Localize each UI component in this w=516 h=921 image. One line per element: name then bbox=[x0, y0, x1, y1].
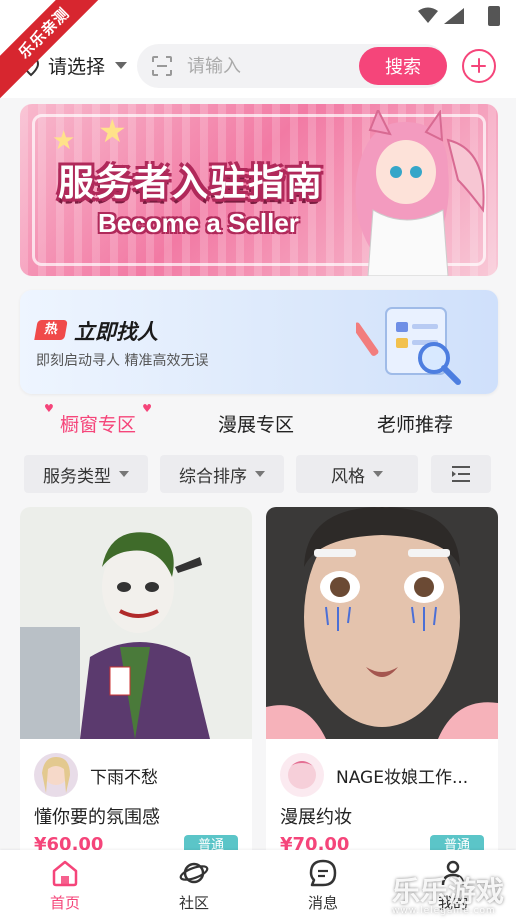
filter-style[interactable]: 风格 bbox=[296, 455, 418, 493]
seller-name: 下雨不愁 bbox=[90, 767, 158, 788]
tab-showcase[interactable]: ♥ 橱窗专区 ♥ bbox=[44, 402, 152, 437]
top-header: 请选择 搜索 bbox=[0, 34, 516, 98]
add-icon[interactable] bbox=[462, 49, 496, 83]
home-icon bbox=[52, 860, 78, 887]
tab-comic-con[interactable]: 漫展专区 bbox=[218, 410, 294, 437]
star-icon: ★ bbox=[52, 126, 76, 156]
nav-label: 我的 bbox=[437, 894, 468, 912]
nav-label: 消息 bbox=[307, 894, 338, 912]
category-tabs: ♥ 橱窗专区 ♥ 漫展专区 老师推荐 bbox=[0, 398, 516, 448]
service-photo bbox=[20, 507, 252, 739]
filter-label: 风格 bbox=[331, 466, 365, 487]
filter-sort[interactable]: 综合排序 bbox=[160, 455, 284, 493]
filter-bar: 服务类型 综合排序 风格 bbox=[0, 455, 516, 493]
nav-messages[interactable]: 消息 bbox=[288, 858, 358, 913]
filter-label: 综合排序 bbox=[179, 466, 247, 487]
tab-label: 老师推荐 bbox=[377, 414, 454, 436]
service-card[interactable]: NAGE妆娘工作... 漫展约妆 ¥70.00 普通 bbox=[266, 507, 498, 867]
search-document-illustration bbox=[356, 307, 461, 385]
seller-info[interactable]: 下雨不愁 bbox=[34, 753, 158, 797]
avatar bbox=[34, 753, 78, 797]
filter-service-type[interactable]: 服务类型 bbox=[24, 455, 148, 493]
bottom-nav: 首页 社区 消息 我的 bbox=[0, 850, 516, 921]
search-button[interactable]: 搜索 bbox=[359, 47, 447, 85]
search-input[interactable] bbox=[187, 44, 357, 88]
star-icon: ★ bbox=[98, 112, 127, 150]
caret-down-icon bbox=[119, 471, 129, 477]
nav-label: 社区 bbox=[178, 894, 209, 912]
seller-info[interactable]: NAGE妆娘工作... bbox=[280, 753, 468, 797]
planet-icon bbox=[179, 862, 209, 884]
caret-down-icon bbox=[373, 471, 383, 477]
battery-icon bbox=[488, 6, 500, 26]
seller-guide-banner[interactable]: ★ ★ 服务者入驻指南 Become a Seller bbox=[20, 104, 498, 276]
nav-home[interactable]: 首页 bbox=[30, 858, 100, 913]
anime-girl-illustration bbox=[355, 110, 485, 276]
hot-badge: 热 bbox=[34, 320, 68, 340]
service-photo bbox=[266, 507, 498, 739]
wifi-icon bbox=[418, 7, 438, 23]
find-subtitle: 即刻启动寻人 精准高效无误 bbox=[36, 353, 209, 369]
service-title: 漫展约妆 bbox=[280, 807, 352, 828]
caret-down-icon bbox=[255, 471, 265, 477]
tab-teacher-recommend[interactable]: 老师推荐 bbox=[377, 410, 453, 437]
heart-icon: ♥ bbox=[44, 402, 54, 415]
search-bar: 搜索 bbox=[137, 44, 447, 88]
find-person-card[interactable]: 热 立即找人 即刻启动寻人 精准高效无误 bbox=[20, 290, 498, 394]
nav-profile[interactable]: 我的 bbox=[418, 858, 488, 913]
nav-community[interactable]: 社区 bbox=[159, 858, 229, 913]
filter-label: 服务类型 bbox=[43, 466, 111, 487]
banner-title: 服务者入驻指南 bbox=[58, 163, 325, 204]
signal-icon bbox=[444, 8, 464, 24]
banner-subtitle: Become a Seller bbox=[98, 208, 299, 238]
filter-menu-button[interactable] bbox=[431, 455, 491, 493]
location-label: 请选择 bbox=[48, 56, 106, 78]
profile-icon bbox=[441, 860, 465, 886]
tab-label: 漫展专区 bbox=[218, 414, 295, 436]
nav-label: 首页 bbox=[49, 894, 80, 912]
avatar bbox=[280, 753, 324, 797]
service-title: 懂你要的氛围感 bbox=[34, 807, 160, 828]
service-card[interactable]: 下雨不愁 懂你要的氛围感 ¥60.00 普通 bbox=[20, 507, 252, 867]
message-icon bbox=[309, 859, 337, 887]
filter-menu-icon bbox=[452, 466, 470, 482]
scan-icon[interactable] bbox=[151, 55, 173, 77]
tab-label: 橱窗专区 bbox=[60, 414, 137, 436]
heart-icon: ♥ bbox=[142, 402, 153, 415]
caret-down-icon bbox=[115, 62, 128, 69]
seller-name: NAGE妆娘工作... bbox=[336, 767, 469, 788]
find-title: 立即找人 bbox=[74, 320, 158, 344]
